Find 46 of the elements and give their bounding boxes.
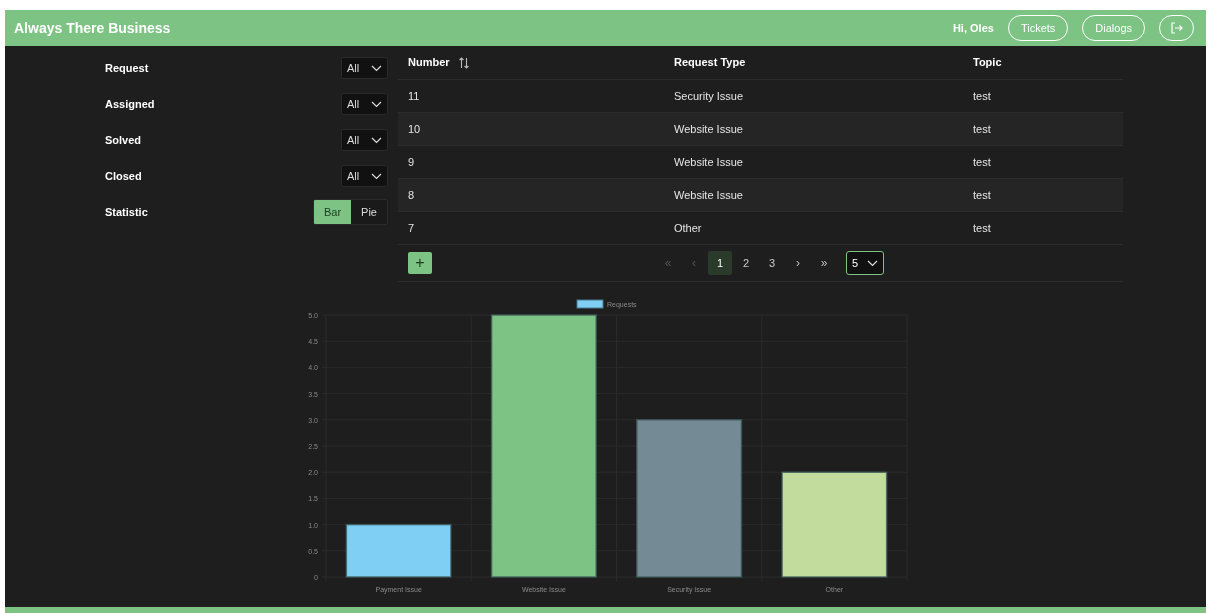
page-size-select[interactable]: 5 — [846, 251, 884, 275]
column-header: Request Type — [674, 55, 746, 71]
table-cell: test — [973, 221, 991, 234]
filter-select[interactable]: All — [341, 129, 388, 151]
table-cell: test — [973, 155, 991, 168]
column-header-button[interactable]: Number — [408, 54, 450, 71]
pagination-button[interactable]: » — [812, 251, 836, 275]
table-cell: test — [973, 89, 991, 102]
chevron-down-icon — [371, 136, 382, 144]
chevron-down-icon — [867, 259, 878, 267]
filter-select[interactable]: All — [341, 57, 388, 79]
column-header: Topic — [973, 55, 1002, 71]
legend-swatch — [576, 299, 604, 309]
page-button[interactable]: 3 — [760, 251, 784, 275]
filter-select[interactable]: All — [341, 93, 388, 115]
table-cell: 7 — [408, 221, 415, 234]
greeting-text: Hi, Oles — [952, 20, 994, 36]
filter-select[interactable]: All — [341, 165, 388, 187]
filter-label: Solved — [105, 132, 142, 148]
filter-label: Request — [105, 60, 149, 76]
page-button[interactable]: 2 — [734, 251, 758, 275]
filter-label: Statistic — [105, 204, 148, 220]
table-cell: test — [973, 122, 991, 135]
table-cell: Website Issue — [674, 155, 743, 168]
chevron-down-icon — [371, 172, 382, 180]
chevron-down-icon — [371, 64, 382, 72]
table-cell: 8 — [408, 188, 415, 201]
page-button[interactable]: 1 — [708, 251, 732, 275]
table-cell: Website Issue — [674, 122, 743, 135]
pagination-button[interactable]: › — [786, 251, 810, 275]
chart-type-toggle[interactable]: Pie — [351, 200, 387, 224]
table-cell: 10 — [408, 122, 421, 135]
logout-icon — [1170, 22, 1183, 34]
sort-icon[interactable] — [457, 56, 470, 69]
table-cell: Other — [674, 221, 702, 234]
add-button[interactable]: + — [408, 252, 432, 274]
table-cell: Website Issue — [674, 188, 743, 201]
app-title: Always There Business — [14, 18, 171, 38]
table-cell: Security Issue — [674, 89, 744, 102]
table-cell: test — [973, 188, 991, 201]
chart-type-toggle[interactable]: Bar — [313, 200, 352, 224]
table-cell: 11 — [408, 89, 420, 102]
table-cell: 9 — [408, 155, 415, 168]
filter-label: Assigned — [105, 96, 155, 112]
filter-label: Closed — [105, 168, 142, 184]
chevron-down-icon — [371, 100, 382, 108]
